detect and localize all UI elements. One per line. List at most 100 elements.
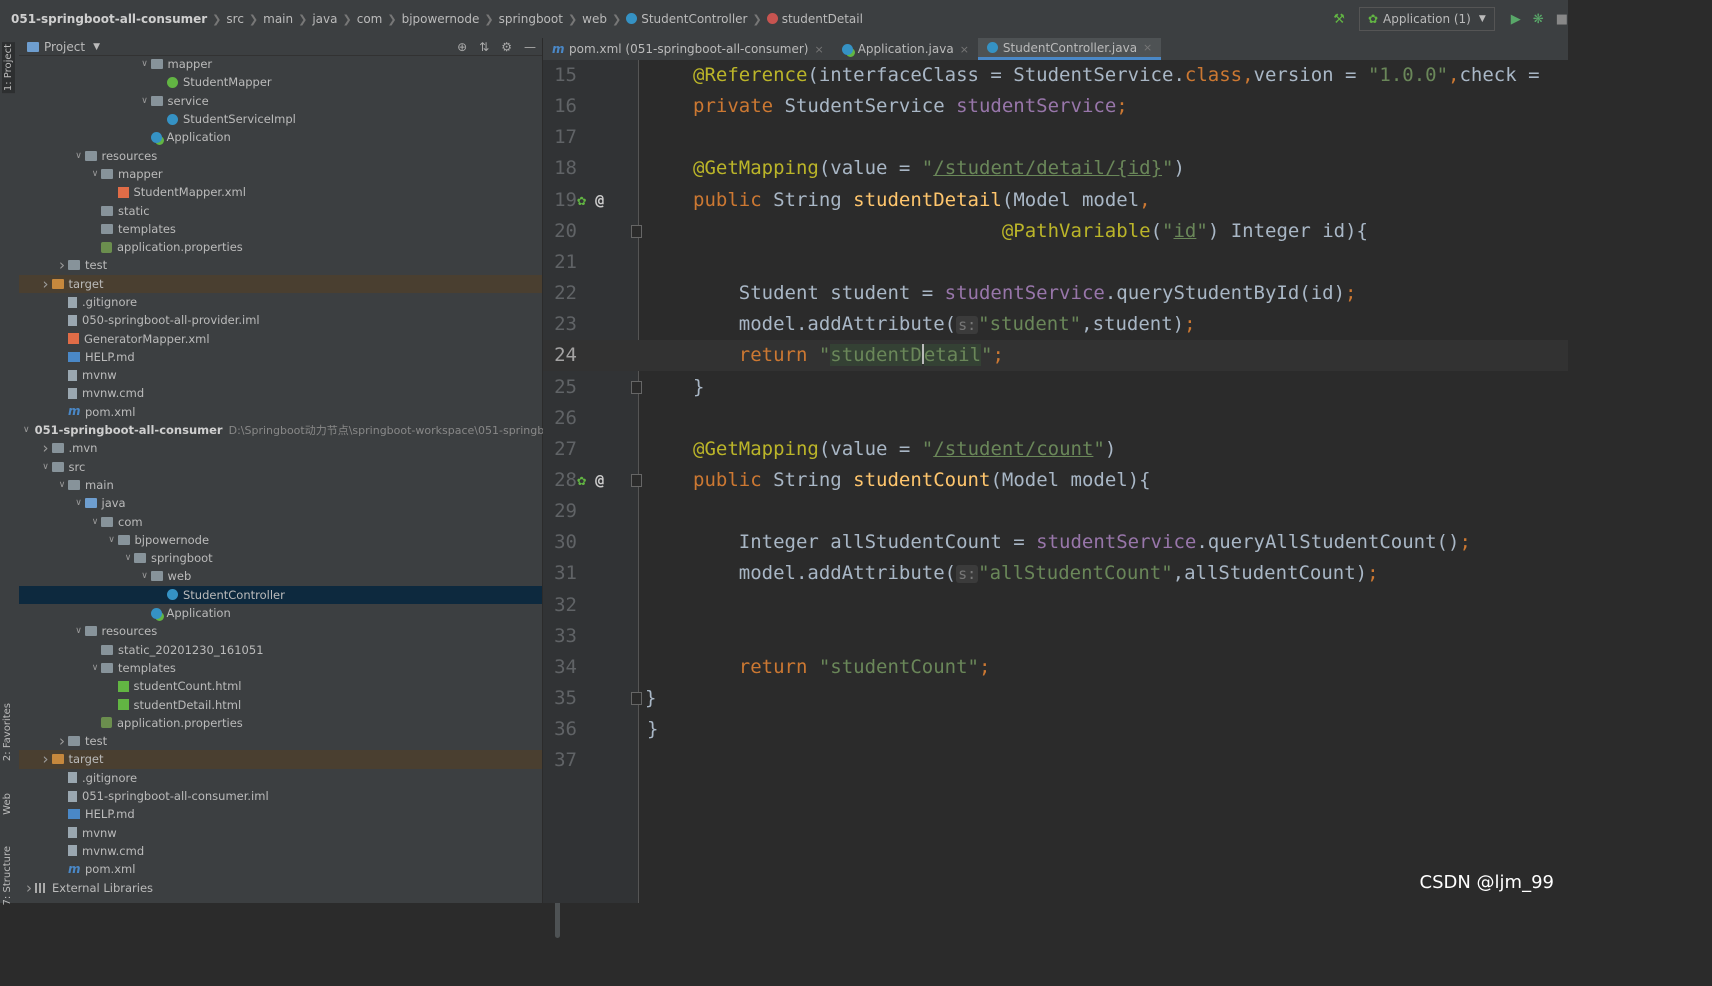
chevron-right-icon[interactable]: › (40, 275, 52, 293)
tree-item[interactable]: ∨ mapper (19, 165, 542, 183)
chevron-down-icon[interactable]: ∨ (23, 425, 30, 435)
code-line[interactable]: 19 ✿ @ public String studentDetail(Model m… (543, 185, 1568, 216)
collapse-all-icon[interactable]: ⇅ (479, 40, 489, 54)
tab-web[interactable]: Web (2, 793, 13, 815)
stop-icon[interactable]: ■ (1556, 12, 1568, 27)
editor-tab[interactable]: m pom.xml (051-springboot-all-consumer) × (543, 38, 833, 60)
tree-item[interactable]: ∨ bjpowernode (19, 531, 542, 549)
tree-item[interactable]: ∨ main (19, 476, 542, 494)
fold-marker-icon[interactable] (631, 692, 642, 705)
tree-item[interactable]: ∨ com (19, 512, 542, 530)
tree-item[interactable]: GeneratorMapper.xml (19, 329, 542, 347)
tree-item[interactable]: › test (19, 256, 542, 274)
chevron-down-icon[interactable]: ∨ (73, 626, 85, 636)
breadcrumb-item[interactable]: springboot (499, 12, 563, 26)
breadcrumb-item[interactable]: web (582, 12, 607, 26)
tree-item[interactable]: mvnw.cmd (19, 842, 542, 860)
editor-tab[interactable]: Application.java × (833, 38, 978, 60)
code-line[interactable]: 24 return "studentD etail"; (543, 340, 1568, 372)
gear-icon[interactable]: ⚙ (501, 40, 512, 54)
tree-item[interactable]: 051-springboot-all-consumer.iml (19, 787, 542, 805)
chevron-right-icon[interactable]: › (56, 732, 68, 750)
chevron-down-icon[interactable]: ∨ (106, 535, 118, 545)
tree-item[interactable]: Application (19, 128, 542, 146)
code-line[interactable]: 23 model.addAttribute(s: "student",studen… (543, 309, 1568, 340)
breadcrumb-item[interactable]: main (263, 12, 293, 26)
tree-item[interactable]: StudentController (19, 585, 542, 604)
tree-item[interactable]: ∨ templates (19, 659, 542, 677)
tree-item[interactable]: m pom.xml (19, 860, 542, 878)
tab-favorites[interactable]: 2: Favorites (2, 703, 13, 761)
tree-item[interactable]: HELP.md (19, 805, 542, 823)
code-line[interactable]: 22 Student student = studentService.quer… (543, 278, 1568, 309)
spring-bean-gutter-icon[interactable]: ✿ @ (577, 465, 627, 496)
debug-icon[interactable]: ❋ (1533, 12, 1544, 27)
code-editor[interactable]: 15 @Reference(interfaceClass = StudentSer… (543, 60, 1568, 903)
tab-project[interactable]: 1: Project (2, 42, 15, 94)
run-configuration-select[interactable]: ✿ Application (1) ▼ (1358, 7, 1495, 31)
tree-item[interactable]: application.properties (19, 714, 542, 732)
tree-item[interactable]: ∨ springboot (19, 549, 542, 567)
spring-bean-gutter-icon[interactable]: ✿ @ (577, 185, 627, 216)
tree-item[interactable]: Application (19, 604, 542, 622)
project-panel-title[interactable]: Project (44, 40, 85, 54)
tree-item[interactable]: ∨ web (19, 567, 542, 585)
tab-structure[interactable]: 7: Structure (2, 846, 13, 905)
tree-item[interactable]: › target (19, 750, 542, 769)
chevron-down-icon[interactable]: ∨ (73, 151, 85, 161)
tree-item[interactable]: 050-springboot-all-provider.iml (19, 311, 542, 329)
chevron-down-icon[interactable]: ∨ (139, 571, 151, 581)
tree-item[interactable]: templates (19, 220, 542, 238)
code-line[interactable]: 15 @Reference(interfaceClass = StudentSer… (543, 60, 1568, 91)
fold-marker-icon[interactable] (631, 473, 642, 487)
tree-item[interactable]: StudentServiceImpl (19, 110, 542, 128)
tree-item[interactable]: HELP.md (19, 348, 542, 366)
tree-item[interactable]: application.properties (19, 238, 542, 256)
tree-item[interactable]: static (19, 201, 542, 219)
tree-item[interactable]: m pom.xml (19, 403, 542, 421)
close-icon[interactable]: × (814, 43, 823, 56)
tree-item[interactable]: ∨ 051-springboot-all-consumer D:\Springboo… (19, 421, 544, 439)
chevron-down-icon[interactable]: ∨ (73, 498, 85, 508)
code-line[interactable]: 25} (543, 372, 1568, 403)
code-line[interactable]: 29 (543, 496, 1568, 527)
tree-item[interactable]: StudentMapper (19, 73, 542, 91)
chevron-down-icon[interactable]: ∨ (89, 517, 101, 527)
code-line[interactable]: 26 (543, 403, 1568, 434)
code-line[interactable]: 35} (543, 683, 1568, 714)
breadcrumb-item[interactable]: StudentController (626, 12, 747, 26)
breadcrumb-item[interactable]: com (357, 12, 383, 26)
tree-item[interactable]: mvnw.cmd (19, 384, 542, 402)
tree-item[interactable]: ∨ mapper (19, 55, 542, 73)
chevron-down-icon[interactable]: ∨ (40, 462, 52, 472)
code-line[interactable]: 17 (543, 122, 1568, 153)
tree-item[interactable]: ∨ java (19, 494, 542, 512)
breadcrumb-item[interactable]: studentDetail (766, 12, 863, 26)
tree-item[interactable]: .gitignore (19, 293, 542, 311)
run-icon[interactable]: ▶ (1511, 12, 1521, 27)
code-line[interactable]: 34 return "studentCount"; (543, 652, 1568, 683)
code-line[interactable]: 32 (543, 590, 1568, 621)
code-line[interactable]: 21 (543, 247, 1568, 278)
close-icon[interactable]: × (1143, 41, 1152, 54)
chevron-right-icon[interactable]: › (23, 879, 35, 897)
fold-marker-icon[interactable] (631, 224, 642, 238)
tree-item[interactable]: studentCount.html (19, 677, 542, 695)
code-line[interactable]: 18 @GetMapping(value = "/student/detail/{… (543, 153, 1568, 184)
minimize-icon[interactable]: — (524, 40, 536, 54)
tree-item[interactable]: › External Libraries (19, 878, 542, 897)
chevron-down-icon[interactable]: ∨ (56, 480, 68, 490)
fold-marker-icon[interactable] (631, 380, 642, 394)
code-line[interactable]: 31 model.addAttribute(s: "allStudentCount… (543, 558, 1568, 589)
tree-item[interactable]: mvnw (19, 823, 542, 841)
code-line[interactable]: 33 (543, 621, 1568, 652)
chevron-down-icon[interactable]: ∨ (139, 96, 151, 106)
tree-item[interactable]: › test (19, 732, 542, 750)
tree-item[interactable]: ∨ resources (19, 622, 542, 640)
editor-tab[interactable]: StudentController.java × (977, 38, 1162, 60)
locate-icon[interactable]: ⊕ (457, 40, 467, 54)
close-icon[interactable]: × (960, 43, 969, 56)
tree-item[interactable]: mvnw (19, 366, 542, 384)
code-line[interactable]: 20 @PathVariable("id") Integer id){ (543, 216, 1568, 247)
build-hammer-icon[interactable]: ⚒ (1333, 12, 1345, 27)
